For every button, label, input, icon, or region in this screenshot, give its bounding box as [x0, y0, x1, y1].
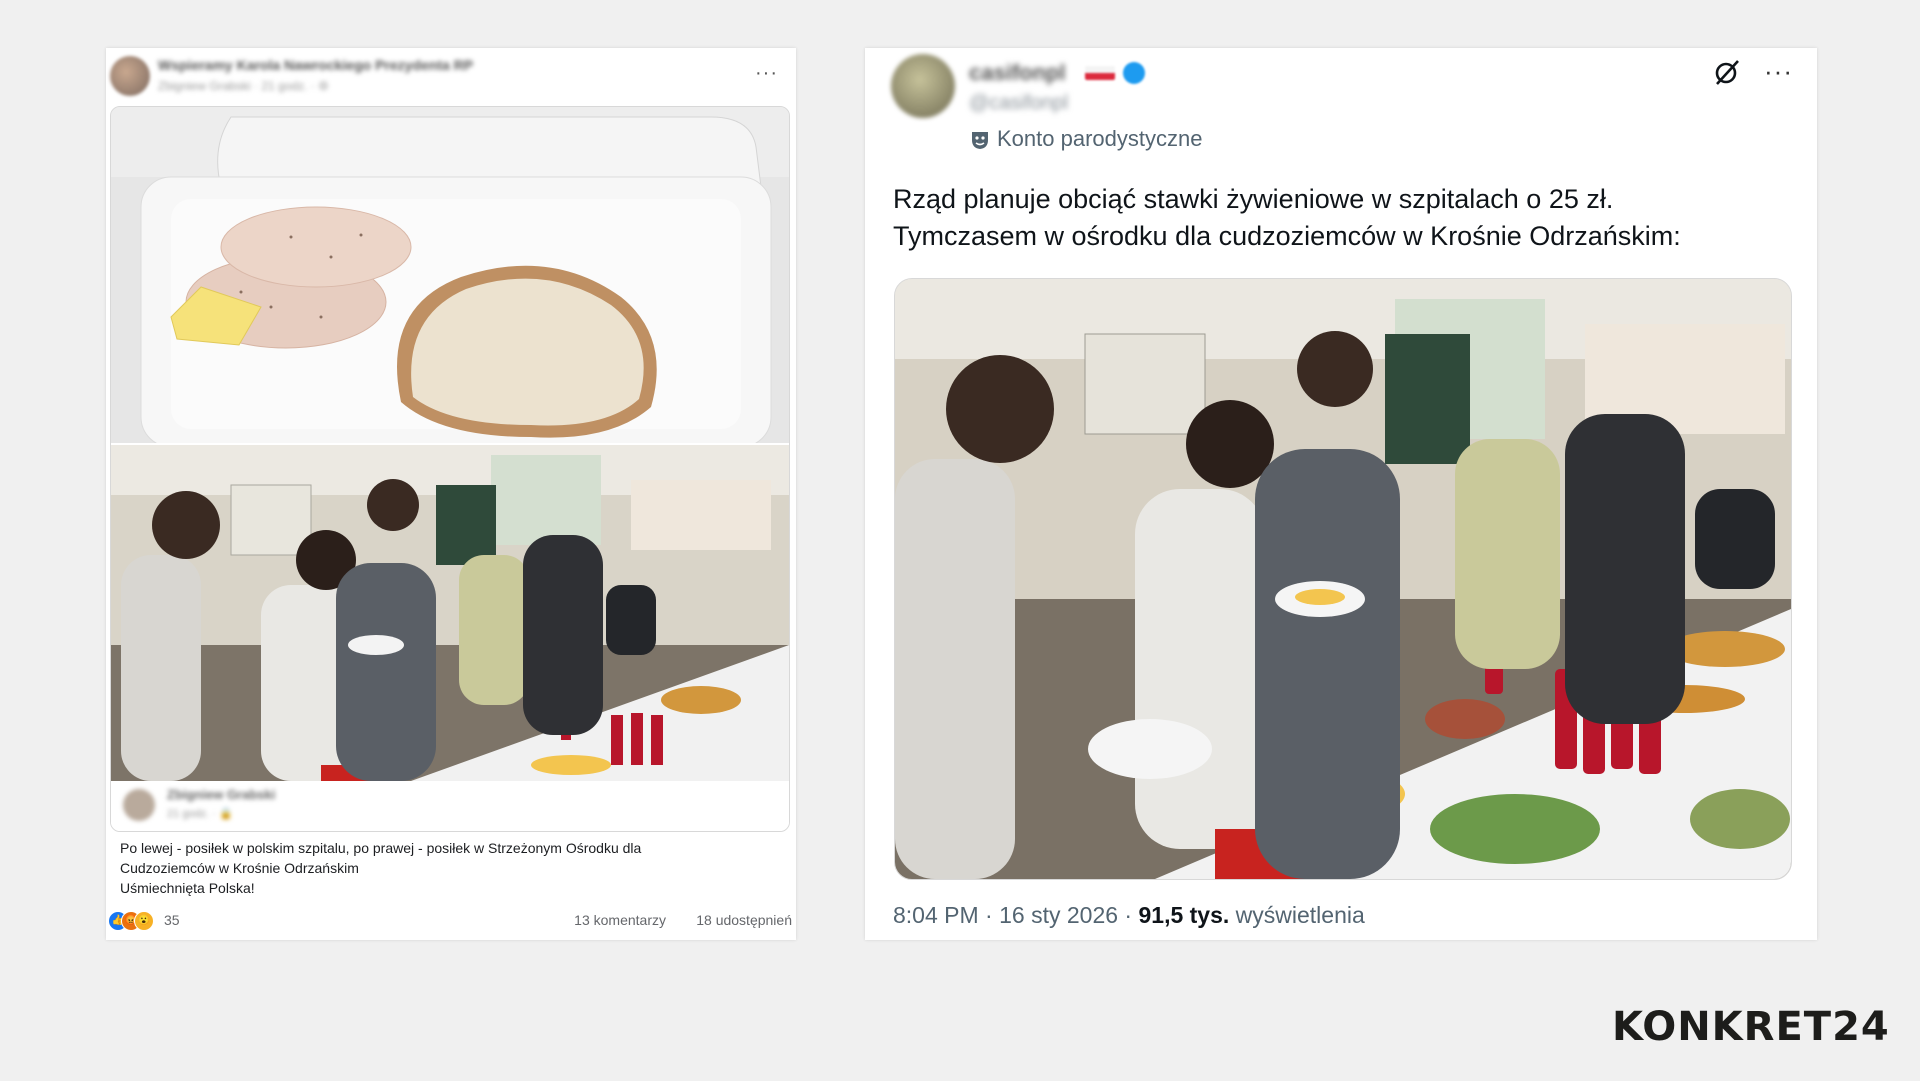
post-footer: 👍 😡 😮 35 13 komentarzy 18 udostępnień — [108, 908, 792, 934]
post-text-line: Cudzoziemców w Krośnie Odrzańskim — [120, 860, 359, 876]
tweet-author-avatar[interactable] — [891, 54, 955, 118]
wow-reaction-icon: 😮 — [134, 911, 154, 931]
tweet-text-line: Rząd planuje obciąć stawki żywieniowe w … — [893, 184, 1614, 214]
tweet-date[interactable]: 16 sty 2026 — [999, 902, 1118, 928]
group-avatar[interactable] — [110, 56, 150, 96]
commenter-meta: 21 godz. · 🔒 — [167, 808, 233, 820]
shares-count[interactable]: 18 udostępnień — [696, 912, 792, 928]
comments-count[interactable]: 13 komentarzy — [574, 912, 666, 928]
tweet-card: casifonpl @casifonpl ··· Konto parodysty… — [865, 48, 1817, 940]
comment-area: Zbigniew Grabski 21 godz. · 🔒 — [111, 781, 789, 831]
tweet-time[interactable]: 8:04 PM — [893, 902, 979, 928]
commenter-avatar[interactable] — [123, 789, 155, 821]
facebook-post-card: Wspieramy Karola Nawrockiego Prezydenta … — [106, 48, 796, 940]
tweet-author-handle[interactable]: @casifonpl — [969, 92, 1068, 115]
reaction-icons[interactable]: 👍 😡 😮 — [108, 911, 160, 931]
theater-mask-icon — [972, 132, 988, 150]
grok-icon[interactable] — [1713, 58, 1741, 86]
tweet-author-name[interactable]: casifonpl — [969, 60, 1066, 86]
post-text-line: Uśmiechnięta Polska! — [120, 880, 255, 896]
more-options-icon[interactable]: ··· — [1764, 56, 1793, 87]
post-text: Po lewej - posiłek w polskim szpitalu, p… — [120, 838, 720, 898]
tweet-metadata: 8:04 PM · 16 sty 2026 · 91,5 tys. wyświe… — [893, 902, 1365, 928]
commenter-name[interactable]: Zbigniew Grabski — [167, 787, 275, 802]
tweet-text: Rząd planuje obciąć stawki żywieniowe w … — [893, 181, 1793, 255]
tweet-views-label: wyświetlenia — [1235, 902, 1365, 928]
polish-flag-icon — [1085, 66, 1115, 80]
parody-label-text: Konto parodystyczne — [997, 126, 1203, 151]
tweet-photo[interactable] — [894, 278, 1792, 880]
tweet-views-count: 91,5 tys. — [1138, 902, 1230, 928]
centre-buffet-photo[interactable] — [111, 445, 789, 781]
verified-badge-icon[interactable] — [1123, 62, 1145, 84]
hospital-meal-photo[interactable] — [111, 107, 789, 443]
parody-account-label: Konto parodystyczne — [969, 126, 1202, 156]
tweet-text-line: Tymczasem w ośrodku dla cudzoziemców w K… — [893, 221, 1681, 251]
konkret24-logo: KONKRET24 — [1612, 1004, 1890, 1050]
reaction-count[interactable]: 35 — [164, 912, 180, 928]
group-name[interactable]: Wspieramy Karola Nawrockiego Prezydenta … — [158, 57, 473, 73]
more-options-icon[interactable]: ··· — [755, 62, 778, 85]
facebook-photo-collage[interactable]: Zbigniew Grabski 21 godz. · 🔒 — [110, 106, 790, 832]
post-meta: Zbigniew Grabski · 21 godz. · ⚙ — [158, 79, 329, 93]
facebook-post-header: Wspieramy Karola Nawrockiego Prezydenta … — [106, 48, 796, 104]
post-text-line: Po lewej - posiłek w polskim szpitalu, p… — [120, 840, 642, 856]
